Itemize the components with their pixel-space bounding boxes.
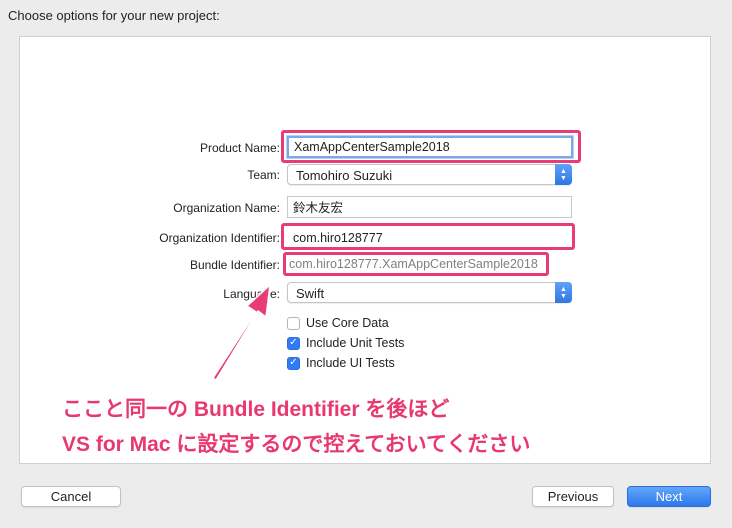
previous-button[interactable]: Previous (532, 486, 614, 507)
next-button[interactable]: Next (627, 486, 711, 507)
annotation-line-2: VS for Mac に設定するので控えておいてください (62, 433, 531, 456)
cancel-button[interactable]: Cancel (21, 486, 121, 507)
annotation-line-1: ここと同一の Bundle Identifier を後ほど (62, 398, 450, 421)
